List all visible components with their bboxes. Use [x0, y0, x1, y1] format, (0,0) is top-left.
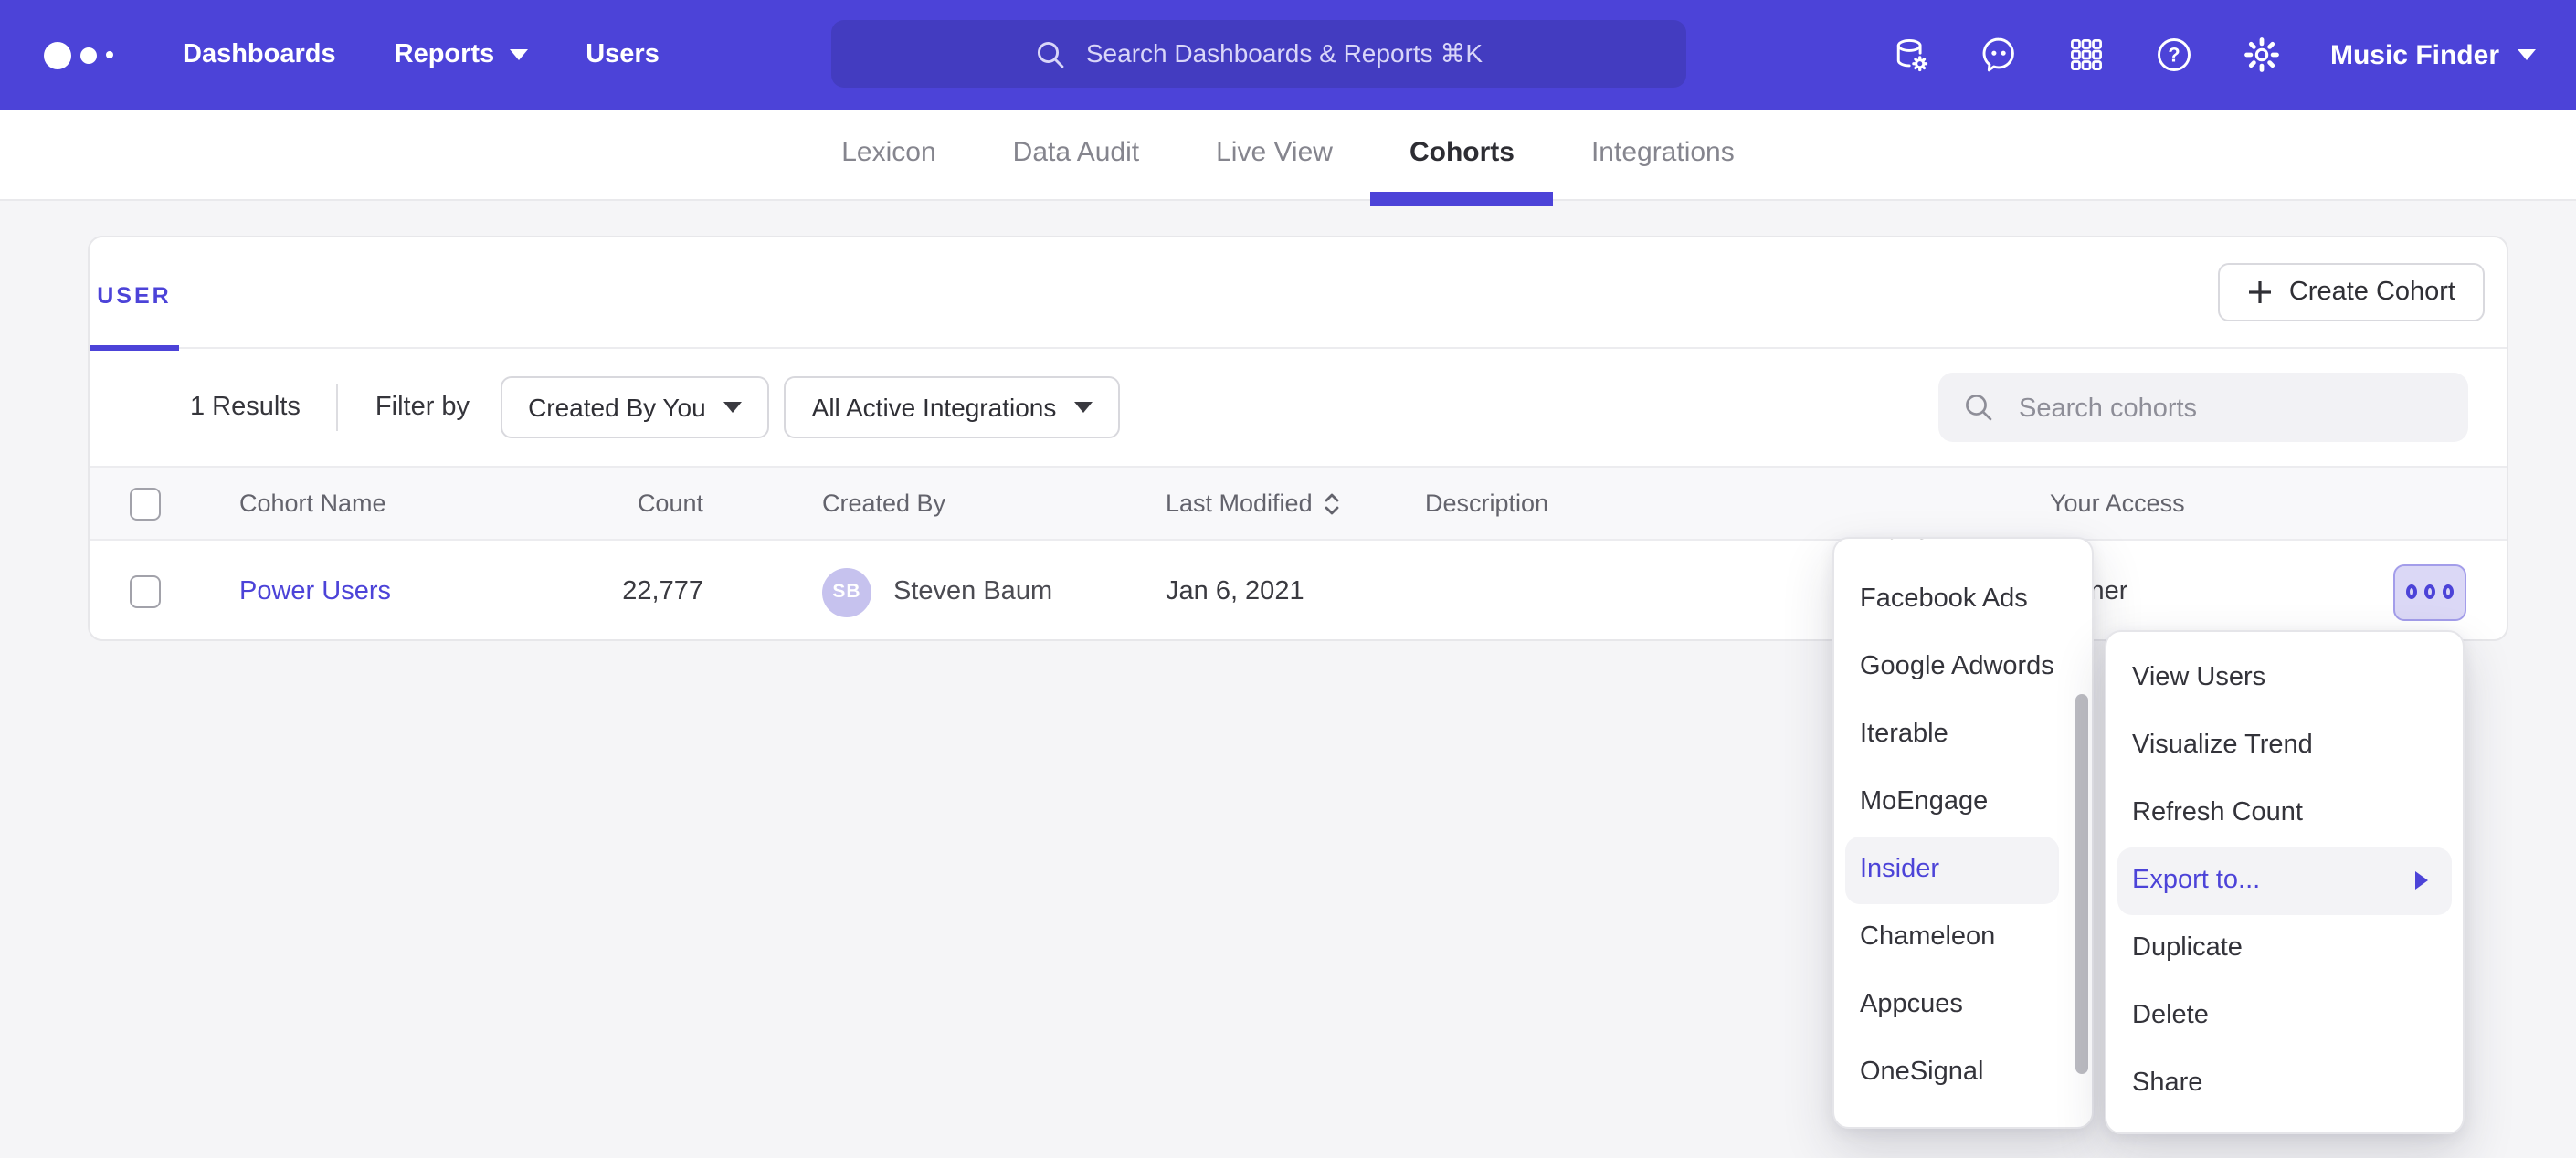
chevron-down-icon	[724, 402, 743, 413]
submenu-item-braze[interactable]: Braze	[1834, 537, 2092, 566]
export-destinations-submenu: Braze Facebook Ads Google Adwords Iterab…	[1832, 537, 2094, 1129]
menu-item-export-to[interactable]: Export to...	[2117, 847, 2452, 915]
filter-by-label: Filter by	[375, 393, 470, 422]
menu-item-delete[interactable]: Delete	[2106, 983, 2463, 1050]
project-switcher[interactable]: Music Finder	[2330, 39, 2536, 70]
menu-item-share[interactable]: Share	[2106, 1050, 2463, 1118]
dot-icon	[2406, 584, 2417, 599]
menu-item-view-users[interactable]: View Users	[2106, 645, 2463, 712]
cohorts-panel: USER Create Cohort 1 Results Filter by C…	[88, 236, 2508, 641]
tab-data-audit[interactable]: Data Audit	[975, 110, 1177, 199]
app-window: Dashboards Reports Users Search Dashboar…	[0, 0, 2576, 1158]
help-icon[interactable]: ?	[2155, 35, 2195, 75]
global-search-bar[interactable]: Search Dashboards & Reports ⌘K	[831, 20, 1686, 88]
table-row: Power Users 22,777 SB Steven Baum Jan 6,…	[90, 541, 2507, 643]
apps-grid-icon[interactable]	[2067, 35, 2107, 75]
row-checkbox[interactable]	[130, 575, 161, 608]
global-search-placeholder: Search Dashboards & Reports ⌘K	[1086, 38, 1483, 69]
col-label: Last Modified	[1166, 490, 1313, 517]
create-cohort-label: Create Cohort	[2289, 278, 2455, 307]
submenu-item-google-adwords[interactable]: Google Adwords	[1834, 634, 2092, 701]
feedback-icon[interactable]	[1980, 35, 2020, 75]
cohort-search-box	[1938, 373, 2468, 442]
search-icon	[1962, 391, 1995, 424]
submenu-item-onesignal[interactable]: OneSignal	[1834, 1039, 2092, 1107]
filter-row: 1 Results Filter by Created By You All A…	[90, 349, 2507, 468]
menu-item-duplicate[interactable]: Duplicate	[2106, 915, 2463, 983]
nav-item-label: Users	[586, 40, 660, 69]
plus-icon	[2247, 279, 2273, 305]
col-description: Description	[1425, 490, 2050, 517]
submenu-item-iterable[interactable]: Iterable	[1834, 701, 2092, 769]
settings-gear-icon[interactable]	[2243, 35, 2283, 75]
submenu-item-insider[interactable]: Insider	[1845, 837, 2059, 904]
your-access-value: Owner	[2050, 577, 2393, 606]
col-last-modified-sort[interactable]: Last Modified	[1166, 490, 1425, 517]
panel-tab-row: USER Create Cohort	[90, 237, 2507, 349]
avatar: SB	[822, 567, 871, 616]
tab-lexicon[interactable]: Lexicon	[803, 110, 974, 199]
row-context-menu: View Users Visualize Trend Refresh Count…	[2105, 630, 2465, 1134]
submenu-item-facebook-ads[interactable]: Facebook Ads	[1834, 566, 2092, 634]
tab-integrations[interactable]: Integrations	[1553, 110, 1773, 199]
submenu-item-moengage[interactable]: MoEngage	[1834, 769, 2092, 837]
create-cohort-button[interactable]: Create Cohort	[2218, 263, 2485, 321]
tab-live-view[interactable]: Live View	[1177, 110, 1371, 199]
col-cohort-name: Cohort Name	[239, 490, 528, 517]
sort-icon	[1324, 490, 1342, 516]
data-settings-icon[interactable]	[1892, 35, 1932, 75]
project-name: Music Finder	[2330, 39, 2499, 70]
filter-created-by-dropdown[interactable]: Created By You	[501, 376, 770, 438]
submenu-item-chameleon[interactable]: Chameleon	[1834, 904, 2092, 972]
tab-cohorts[interactable]: Cohorts	[1371, 110, 1553, 199]
chevron-down-icon	[509, 49, 527, 60]
cohort-count: 22,777	[528, 577, 703, 606]
menu-item-label: Export to...	[2132, 866, 2260, 895]
nav-item-reports[interactable]: Reports	[395, 40, 528, 69]
search-icon	[1035, 37, 1068, 70]
nav-item-label: Dashboards	[183, 40, 336, 69]
submenu-item-appcues[interactable]: Appcues	[1834, 972, 2092, 1039]
row-more-actions-button[interactable]	[2393, 563, 2466, 620]
filter-integrations-dropdown[interactable]: All Active Integrations	[785, 376, 1121, 438]
chevron-down-icon	[2518, 49, 2536, 60]
col-created-by: Created By	[822, 490, 1166, 517]
nav-item-label: Reports	[395, 40, 495, 69]
menu-item-visualize-trend[interactable]: Visualize Trend	[2106, 712, 2463, 780]
mixpanel-logo-icon[interactable]	[44, 41, 124, 68]
tab-user-cohorts[interactable]: USER	[90, 237, 179, 347]
dot-icon	[2424, 584, 2435, 599]
col-your-access: Your Access	[2050, 490, 2393, 517]
nav-item-dashboards[interactable]: Dashboards	[183, 40, 336, 69]
last-modified-value: Jan 6, 2021	[1166, 577, 1425, 606]
divider	[337, 384, 339, 431]
cohort-search-input[interactable]	[2015, 373, 2461, 446]
filter-label: All Active Integrations	[812, 393, 1057, 422]
creator-name: Steven Baum	[893, 577, 1052, 606]
chevron-down-icon	[1074, 402, 1093, 413]
section-tabs-bar: Lexicon Data Audit Live View Cohorts Int…	[0, 110, 2576, 201]
top-navbar: Dashboards Reports Users Search Dashboar…	[0, 0, 2576, 110]
nav-item-users[interactable]: Users	[586, 40, 660, 69]
svg-text:?: ?	[2169, 44, 2180, 67]
filter-label: Created By You	[528, 393, 706, 422]
table-header: Cohort Name Count Created By Last Modifi…	[90, 468, 2507, 541]
submenu-arrow-icon	[2415, 871, 2428, 890]
results-count: 1 Results	[190, 393, 301, 422]
col-count: Count	[528, 490, 703, 517]
cohort-name-link[interactable]: Power Users	[239, 577, 391, 606]
menu-item-refresh-count[interactable]: Refresh Count	[2106, 780, 2463, 847]
submenu-scrollbar-thumb[interactable]	[2075, 694, 2088, 1074]
select-all-checkbox[interactable]	[130, 487, 161, 520]
dot-icon	[2443, 584, 2454, 599]
